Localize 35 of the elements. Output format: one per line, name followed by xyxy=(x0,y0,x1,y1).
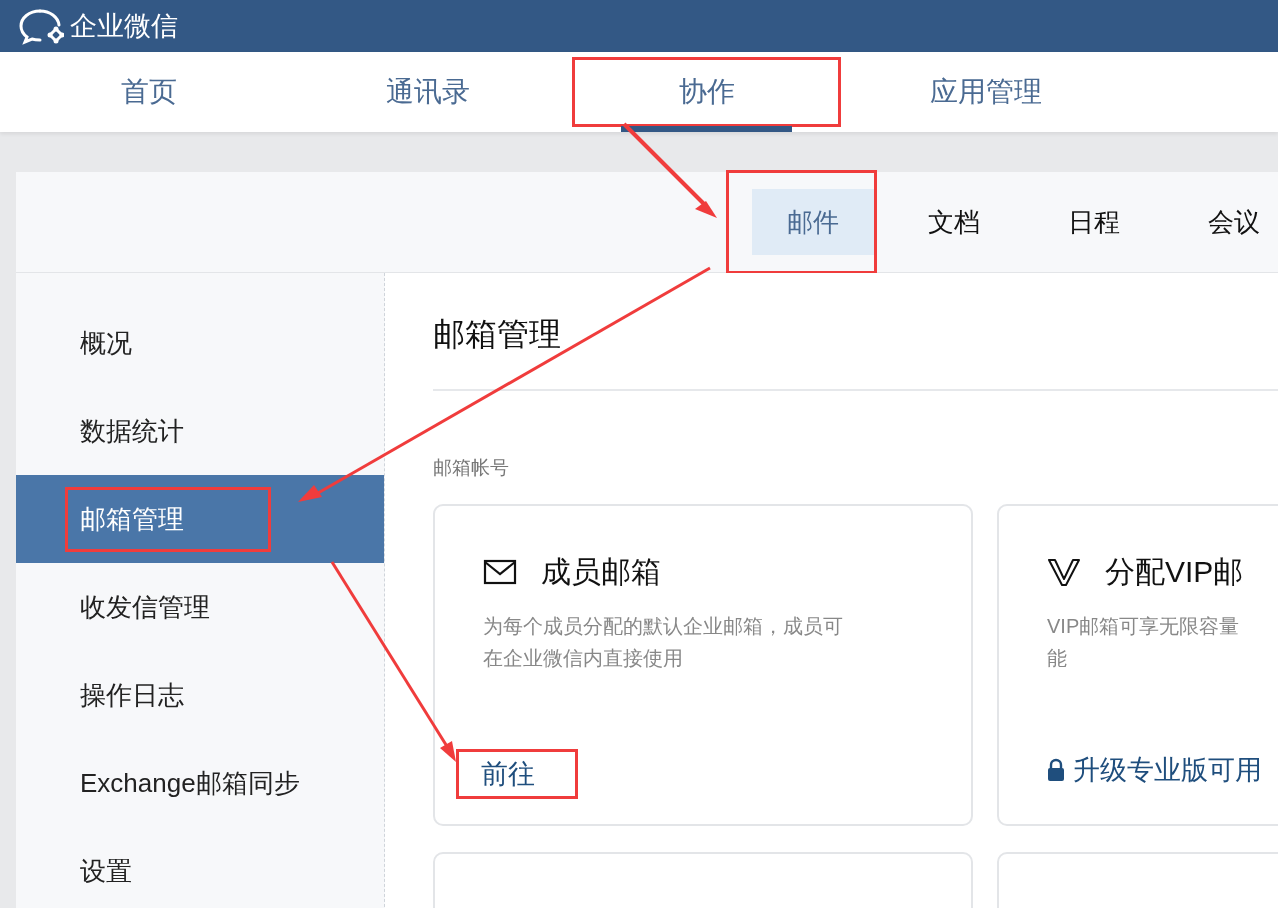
sidebar-item-label: 操作日志 xyxy=(80,678,184,712)
envelope-icon xyxy=(483,559,517,585)
sidebar-item[interactable]: Exchange邮箱同步 xyxy=(16,739,384,827)
sidebar-item-label: 收发信管理 xyxy=(80,590,210,624)
app-name: 企业微信 xyxy=(70,10,178,43)
lock-icon xyxy=(1047,758,1065,782)
card-title: 成员邮箱 xyxy=(541,553,661,590)
card-description: VIP邮箱可享无限容量能 xyxy=(1047,614,1241,671)
sidebar-item[interactable]: 数据统计 xyxy=(16,387,384,475)
sub-tab[interactable]: 邮件 xyxy=(726,170,877,274)
section-label: 邮箱帐号 xyxy=(433,456,510,480)
sidebar-item-label: 设置 xyxy=(80,854,132,888)
sidebar-item[interactable]: 设置 xyxy=(16,827,384,908)
sidebar-item[interactable]: 收发信管理 xyxy=(16,563,384,651)
card-link[interactable]: 前往 xyxy=(459,752,575,796)
nav-tab[interactable]: 协作 xyxy=(567,52,846,132)
nav-tab[interactable]: 首页 xyxy=(9,52,288,132)
card-description: 为每个成员分配的默认企业邮箱，成员可在企业微信内直接使用 xyxy=(483,614,844,671)
sub-tab[interactable]: 日程 xyxy=(1032,189,1155,255)
sub-tab[interactable]: 文档 xyxy=(892,189,1015,255)
sub-tab[interactable]: 会议 xyxy=(1172,189,1278,255)
nav-tab[interactable]: 通讯录 xyxy=(288,52,567,132)
card-link[interactable]: 升级专业版可用 xyxy=(1047,752,1262,788)
page-title: 邮箱管理 xyxy=(433,273,1278,391)
v-letter-icon xyxy=(1047,557,1081,587)
sidebar-item-label: 邮箱管理 xyxy=(68,489,268,549)
card-title: 分配VIP邮 xyxy=(1105,553,1244,590)
sidebar-item-label: Exchange邮箱同步 xyxy=(80,766,300,800)
chat-bubble-logo-icon xyxy=(18,7,64,45)
sidebar-item-label: 数据统计 xyxy=(80,414,184,448)
sidebar-item[interactable]: 邮箱管理 xyxy=(16,475,384,563)
sidebar-item[interactable]: 概况 xyxy=(16,299,384,387)
sidebar-item-label: 概况 xyxy=(80,326,132,360)
sidebar-item[interactable]: 操作日志 xyxy=(16,651,384,739)
nav-tab[interactable]: 应用管理 xyxy=(846,52,1125,132)
